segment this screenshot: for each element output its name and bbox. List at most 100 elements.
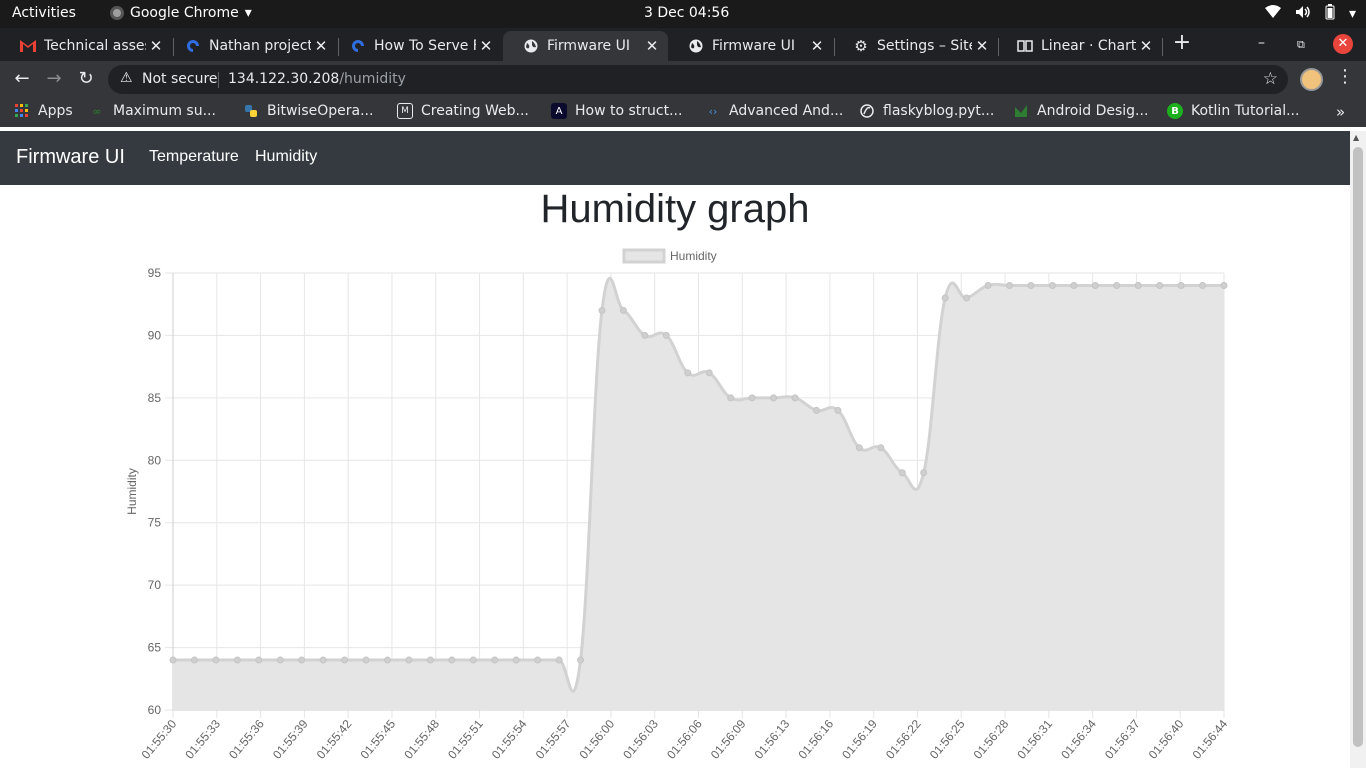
- bookmark-apps[interactable]: Apps: [14, 103, 73, 119]
- x-tick-label: 01:55:45: [358, 717, 399, 762]
- forward-icon[interactable]: →: [42, 68, 66, 89]
- clock[interactable]: 3 Dec 04:56: [644, 5, 729, 21]
- bookmark-creating-web[interactable]: M Creating Web...: [397, 103, 529, 119]
- tab-nathan-project[interactable]: Nathan project ✕: [165, 31, 337, 61]
- bookmark-flaskyblog[interactable]: flaskyblog.pyt...: [859, 103, 994, 119]
- window-close-button[interactable]: ✕: [1333, 34, 1353, 54]
- data-point: [534, 656, 542, 664]
- bookmark-how-to-structure[interactable]: A How to struct...: [551, 103, 682, 119]
- humidity-chart: 60 65 70 75 80 85 90 95 01:55:30 01:55:33 01:55:36…: [125, 248, 1231, 762]
- x-tick-label: 01:56:06: [664, 717, 705, 762]
- tab-technical-assessment[interactable]: Technical asses ✕: [0, 31, 172, 61]
- scrollbar-thumb[interactable]: [1353, 147, 1363, 747]
- data-point: [383, 656, 391, 664]
- legend-swatch: [622, 248, 666, 264]
- data-point: [512, 656, 520, 664]
- data-point: [298, 656, 306, 664]
- data-point: [1134, 281, 1142, 289]
- tab-chartjs-linear[interactable]: Linear · Chart.j ✕: [997, 31, 1162, 61]
- data-point: [169, 656, 177, 664]
- data-point: [1156, 281, 1164, 289]
- x-tick-label: 01:56:37: [1102, 717, 1143, 762]
- data-point: [1199, 281, 1207, 289]
- bookmark-bitwise-operators[interactable]: BitwiseOpera...: [243, 103, 373, 119]
- omnibox-divider: [218, 72, 219, 88]
- activities-button[interactable]: Activities: [12, 5, 76, 21]
- restore-icon[interactable]: ⧉: [1297, 38, 1305, 52]
- system-tray[interactable]: ▾: [1264, 4, 1356, 24]
- data-point: [641, 331, 649, 339]
- x-tick-label: 01:55:54: [489, 717, 530, 762]
- data-point: [426, 656, 434, 664]
- x-tick-label: 01:56:31: [1014, 717, 1055, 762]
- kebab-menu-icon[interactable]: ⋮: [1336, 66, 1354, 87]
- x-tick-label: 01:56:22: [883, 717, 924, 762]
- bookmark-label: Kotlin Tutorial...: [1191, 103, 1300, 119]
- data-point: [770, 394, 778, 402]
- data-point: [684, 369, 692, 377]
- data-point: [212, 656, 220, 664]
- back-icon[interactable]: ←: [10, 68, 34, 89]
- caret-down-icon: ▾: [1348, 6, 1356, 22]
- data-point: [941, 294, 949, 302]
- scroll-up-arrow-icon[interactable]: ▲: [1353, 133, 1359, 142]
- minimize-icon[interactable]: –: [1258, 35, 1265, 51]
- x-tick-label: 01:56:16: [795, 717, 836, 762]
- x-tick-label: 01:56:40: [1146, 717, 1187, 762]
- bookmark-android-design[interactable]: Android Desig...: [1013, 103, 1148, 119]
- bookmark-label: Android Desig...: [1037, 103, 1149, 119]
- security-label[interactable]: Not secure: [142, 71, 218, 87]
- tab-how-to-serve[interactable]: How To Serve F ✕: [330, 31, 502, 61]
- bookmark-maximum-subarray[interactable]: ∞ Maximum su...: [89, 103, 216, 119]
- close-icon[interactable]: ✕: [476, 37, 496, 55]
- data-point: [362, 656, 370, 664]
- data-point: [255, 656, 263, 664]
- close-icon[interactable]: ✕: [311, 37, 331, 55]
- bookmark-advanced-android[interactable]: ‹› Advanced And...: [705, 103, 844, 119]
- tab-firmware-ui-active[interactable]: Firmware UI ✕: [503, 31, 668, 61]
- bookmark-kotlin-tutorial[interactable]: B Kotlin Tutorial...: [1167, 103, 1299, 119]
- close-icon[interactable]: ✕: [1136, 37, 1156, 55]
- y-tick-label: 70: [148, 578, 162, 592]
- x-tick-label: 01:55:30: [139, 717, 180, 762]
- url-text[interactable]: 134.122.30.208/humidity: [228, 71, 406, 87]
- data-point: [1220, 281, 1228, 289]
- data-point: [319, 656, 327, 664]
- y-tick-label: 85: [148, 391, 162, 405]
- y-tick-label: 90: [148, 328, 162, 342]
- data-point: [662, 331, 670, 339]
- tab-title: Firmware UI: [712, 38, 795, 54]
- bookmark-label: Apps: [38, 103, 73, 119]
- legend-label: Humidity: [670, 249, 717, 263]
- bookmarks-overflow-icon[interactable]: »: [1336, 103, 1345, 121]
- data-point: [555, 656, 563, 664]
- close-icon[interactable]: ✕: [807, 37, 827, 55]
- tab-title: How To Serve F: [374, 38, 476, 54]
- globe-icon: [688, 38, 704, 54]
- bookmark-label: How to struct...: [575, 103, 683, 119]
- tab-firmware-ui[interactable]: Firmware UI ✕: [668, 31, 833, 61]
- data-point: [1091, 281, 1099, 289]
- bookmark-label: Advanced And...: [729, 103, 844, 119]
- github-icon: [859, 103, 875, 119]
- warning-icon[interactable]: ⚠: [120, 70, 133, 86]
- close-icon[interactable]: ✕: [972, 37, 992, 55]
- address-bar[interactable]: ⚠ Not secure 134.122.30.208/humidity ☆: [108, 65, 1288, 94]
- close-icon[interactable]: ✕: [146, 37, 166, 55]
- data-point: [233, 656, 241, 664]
- digitalocean-icon: [185, 38, 201, 54]
- close-icon[interactable]: ✕: [642, 37, 662, 55]
- data-point: [963, 294, 971, 302]
- data-point: [1070, 281, 1078, 289]
- app-menu[interactable]: Google Chrome ▾: [110, 5, 252, 21]
- data-point: [448, 656, 456, 664]
- new-tab-button[interactable]: +: [1172, 32, 1192, 54]
- data-point: [748, 394, 756, 402]
- volume-icon: [1295, 5, 1311, 23]
- data-point: [727, 394, 735, 402]
- bookmark-star-icon[interactable]: ☆: [1263, 69, 1278, 89]
- profile-avatar[interactable]: [1300, 68, 1323, 91]
- reload-icon[interactable]: ↻: [74, 68, 98, 89]
- battery-icon: [1325, 4, 1335, 24]
- tab-site-settings[interactable]: ⚙ Settings – Site ✕: [833, 31, 998, 61]
